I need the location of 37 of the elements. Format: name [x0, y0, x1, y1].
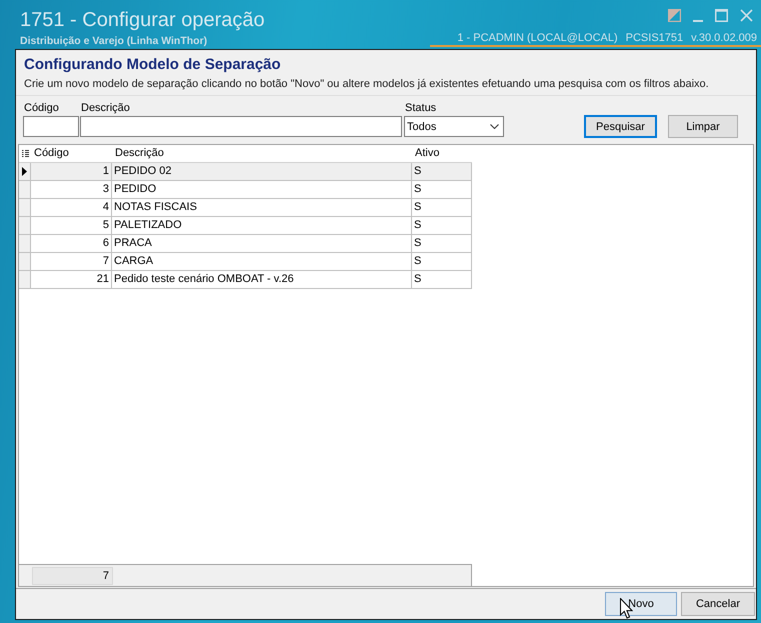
- table-row[interactable]: 1 PEDIDO 02 S: [19, 163, 472, 181]
- action-button[interactable]: Novo: [605, 592, 677, 616]
- table-row[interactable]: 6 PRACA S: [19, 235, 472, 253]
- session-label: 1 - PCADMIN (LOCAL@LOCAL): [457, 31, 618, 45]
- row-count-cell: 7: [32, 566, 113, 584]
- close-icon[interactable]: [740, 9, 753, 22]
- maximize-icon[interactable]: [715, 9, 728, 22]
- table-row[interactable]: 5 PALETIZADO S: [19, 217, 472, 235]
- filter-button[interactable]: Pesquisar: [584, 115, 657, 138]
- chevron-down-icon: [490, 124, 499, 129]
- table-cell: Pedido teste cenário OMBOAT - v.26: [112, 271, 412, 289]
- table-row[interactable]: 21 Pedido teste cenário OMBOAT - v.26 S: [19, 271, 472, 289]
- table-row[interactable]: 7 CARGA S: [19, 253, 472, 271]
- text-field[interactable]: [23, 116, 79, 137]
- list-icon[interactable]: [22, 150, 28, 158]
- half-square-icon[interactable]: [668, 9, 681, 22]
- filter-button[interactable]: Limpar: [668, 115, 738, 138]
- field-label: Status: [404, 102, 436, 115]
- table-row[interactable]: 4 NOTAS FISCAIS S: [19, 199, 472, 217]
- program-label: PCSIS1751: [626, 31, 684, 45]
- table-cell: S: [412, 271, 472, 289]
- window-title: 1751 - Configurar operação: [20, 8, 265, 32]
- column-header[interactable]: Ativo: [412, 145, 472, 162]
- status-select[interactable]: Todos: [404, 116, 504, 137]
- section-title: Configurando Modelo de Separação: [24, 56, 282, 74]
- table-cell: 21: [31, 271, 112, 289]
- column-header[interactable]: Código: [31, 145, 112, 162]
- table-row[interactable]: 3 PEDIDO S: [19, 181, 472, 199]
- section-description: Crie um novo modelo de separação clicando no botão "Novo" ou altere modelos já existentes efetuando uma pesquisa com os filtros abaixo.: [24, 77, 710, 91]
- action-button[interactable]: Cancelar: [681, 592, 755, 616]
- row-pointer-icon: [22, 167, 27, 176]
- field-label: Descrição: [80, 102, 130, 115]
- version-label: v.30.0.02.009: [691, 31, 757, 45]
- window-subtitle: Distribuição e Varejo (Linha WinThor): [20, 34, 208, 48]
- text-field[interactable]: [80, 116, 402, 137]
- column-header[interactable]: Descrição: [112, 145, 412, 162]
- field-label: Código: [23, 102, 59, 115]
